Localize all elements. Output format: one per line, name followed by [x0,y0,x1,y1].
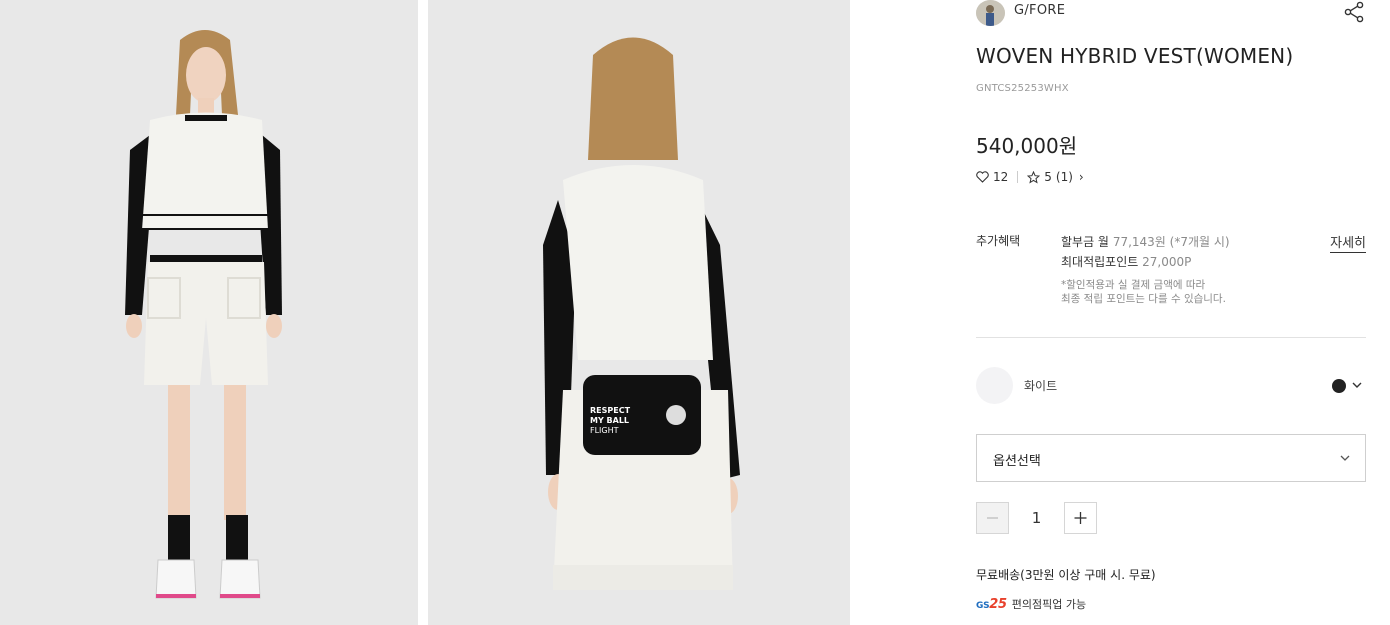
quantity-increase-button[interactable] [1064,502,1097,534]
chevron-down-icon [1340,455,1350,461]
benefit-details: 할부금 월 77,143원 (*7개월 시) 최대적립포인트 27,000P [1061,232,1230,272]
points-value: 27,000P [1142,255,1192,269]
star-icon [1027,170,1041,184]
product-photo-back[interactable]: RESPECT MY BALL FLIGHT [428,0,850,625]
quantity-decrease-button[interactable] [976,502,1009,534]
pickup-text: 편의점픽업 가능 [1011,598,1087,611]
brand-logo[interactable] [976,0,1005,26]
color-thumbnail[interactable] [976,367,1013,404]
benefit-detail-link[interactable]: 자세히 [1330,232,1366,253]
review-count: (1) [1055,170,1073,184]
svg-text:RESPECT: RESPECT [590,406,631,415]
installment-value: 77,143원 [1112,235,1166,249]
color-name: 화이트 [1024,379,1058,393]
section-divider [976,337,1366,338]
rating-link[interactable]: 5 (1) › [1027,170,1084,184]
quantity-stepper: 1 [976,502,1106,534]
installment-note: (*7개월 시) [1169,235,1230,249]
brand-logo-image [976,0,1005,26]
stats-divider [1017,171,1019,183]
quantity-value[interactable]: 1 [1009,509,1064,527]
pickup-info: GS25 편의점픽업 가능 [976,596,1086,612]
points-label: 최대적립포인트 [1061,255,1139,269]
benefit-label: 추가혜택 [976,234,1021,248]
chevron-right-icon: › [1078,170,1084,184]
rating-value: 5 [1044,170,1052,184]
minus-icon [987,517,998,519]
product-photo-front[interactable] [0,0,418,625]
product-info-panel: G/FORE WOVEN HYBRID VEST(WOMEN) GNTCS252… [976,0,1366,625]
like-button[interactable]: 12 [976,170,1008,184]
product-code: GNTCS25253WHX [976,83,1069,94]
brand-row: G/FORE [976,0,1366,26]
benefit-note: *할인적용과 실 결제 금액에 따라 최종 적립 포인트는 다를 수 있습니다. [1061,278,1226,306]
heart-icon [976,171,989,183]
benefit-note-line2: 최종 적립 포인트는 다를 수 있습니다. [1061,293,1226,305]
color-selector: 화이트 [976,367,1366,405]
option-select-label: 옵션선택 [993,454,1041,469]
chevron-down-icon[interactable] [1350,378,1364,392]
gs25-logo-gs: GS [976,600,990,611]
gs25-logo-25: 25 [989,596,1007,612]
front-view-illustration [0,0,418,625]
product-stats: 12 5 (1) › [976,168,1084,186]
back-view-illustration: RESPECT MY BALL FLIGHT [428,0,850,625]
brand-name[interactable]: G/FORE [1014,3,1065,18]
product-title: WOVEN HYBRID VEST(WOMEN) [976,44,1294,68]
gs25-logo: GS25 [976,597,1007,612]
svg-text:FLIGHT: FLIGHT [590,426,619,435]
installment-line: 할부금 월 77,143원 (*7개월 시) [1061,232,1230,252]
points-line: 최대적립포인트 27,000P [1061,252,1230,272]
svg-text:MY BALL: MY BALL [590,416,629,425]
benefit-section: 추가혜택 할부금 월 77,143원 (*7개월 시) 최대적립포인트 27,0… [976,232,1366,312]
plus-icon [1074,512,1087,524]
product-price: 540,000원 [976,134,1078,158]
shipping-info: 무료배송(3만원 이상 구매 시. 무료) [976,568,1156,582]
benefit-note-line1: *할인적용과 실 결제 금액에 따라 [1061,279,1206,291]
color-swatch[interactable] [1332,379,1346,393]
like-count: 12 [993,170,1009,184]
installment-prefix: 할부금 월 [1061,235,1109,249]
share-button[interactable] [1342,0,1366,24]
option-select[interactable]: 옵션선택 [976,434,1366,482]
share-icon [1344,1,1364,23]
